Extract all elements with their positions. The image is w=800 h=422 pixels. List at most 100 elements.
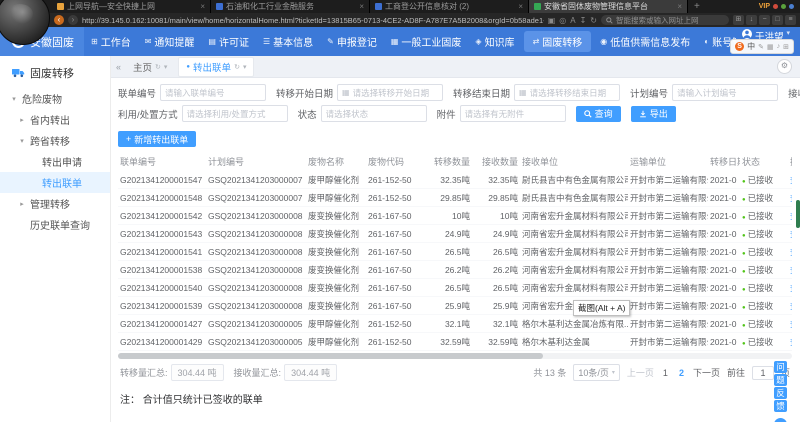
browser-tab[interactable]: 石油和化工行业金融服务× bbox=[211, 0, 370, 13]
minimize-icon[interactable]: − bbox=[759, 15, 770, 25]
next-page-button[interactable]: 下一页 bbox=[693, 366, 720, 379]
page-size-select[interactable]: 10条/页▾ bbox=[573, 364, 620, 381]
page-tab[interactable]: 主页↻▾ bbox=[126, 57, 174, 77]
ime-tools-icon[interactable]: ⊞ bbox=[783, 43, 789, 51]
topnav-item[interactable]: ⊞工作台 bbox=[84, 27, 138, 56]
table-row[interactable]: G2021341200001543GSQ2021341203000008废变换催… bbox=[118, 225, 792, 243]
back-to-top-button[interactable]: ↑ bbox=[774, 418, 787, 422]
topnav-item[interactable]: ⇄固废转移 bbox=[524, 31, 592, 52]
table-row[interactable]: G2021341200001538GSQ2021341203000008废变换催… bbox=[118, 261, 792, 279]
topnav-item[interactable]: ▤许可证 bbox=[201, 27, 256, 56]
sidebar-item[interactable]: ▾危险废物 bbox=[0, 88, 110, 109]
ime-keyboard-icon[interactable]: ▦ bbox=[767, 43, 774, 51]
action-link[interactable]: 查看 bbox=[790, 265, 792, 275]
browser-addon-icon[interactable] bbox=[773, 4, 778, 9]
topnav-item[interactable]: ✉通知提醒 bbox=[138, 27, 202, 56]
ime-mic-icon[interactable]: ♪ bbox=[777, 43, 781, 50]
jump-input[interactable]: 1 bbox=[752, 366, 774, 380]
topnav-item[interactable]: ▦一般工业固废 bbox=[384, 27, 469, 56]
text-input[interactable]: 请输入联单编号 bbox=[160, 84, 266, 101]
table-row[interactable]: G2021341200001547GSQ2021341203000007废甲醇催… bbox=[118, 171, 792, 189]
ime-logo-icon[interactable]: S bbox=[735, 42, 744, 51]
action-link[interactable]: 查看 bbox=[790, 319, 792, 329]
table-row[interactable]: G2021341200001548GSQ2021341203000007废甲醇催… bbox=[118, 189, 792, 207]
ime-toolbar[interactable]: S 中 ✎ ▦ ♪ ⊞ bbox=[730, 39, 794, 54]
topnav-item[interactable]: ☰基本信息 bbox=[256, 27, 320, 56]
browser-tab[interactable]: 安徽省固体废物管理信息平台× bbox=[529, 0, 688, 13]
download-icon[interactable]: ↧ bbox=[580, 16, 587, 25]
sidebar-item[interactable]: ▸管理转移 bbox=[0, 193, 110, 214]
search-button[interactable]: 查询 bbox=[576, 106, 621, 122]
sidebar-item[interactable]: 转出联单 bbox=[0, 172, 110, 193]
refresh-icon[interactable]: ↻ bbox=[590, 16, 597, 25]
new-tab-button[interactable]: + bbox=[688, 1, 706, 12]
topnav-item[interactable]: ◉低值供需信息发布 bbox=[593, 27, 697, 56]
table-row[interactable]: G2021341200001542GSQ2021341203000008废变换催… bbox=[118, 207, 792, 225]
browser-tab[interactable]: 工商登公开信息核对 (2)× bbox=[370, 0, 529, 13]
prev-page-button[interactable]: 上一页 bbox=[627, 366, 654, 379]
page-tab[interactable]: ●转出联单↻▾ bbox=[178, 57, 254, 77]
select-input[interactable]: 请选择有无附件 bbox=[460, 105, 566, 122]
refresh-icon[interactable]: ↻ bbox=[155, 63, 161, 71]
screenshot-icon[interactable]: ▣ bbox=[548, 16, 556, 25]
date-picker[interactable]: ▦请选择转移开始日期 bbox=[337, 84, 443, 101]
downloads-icon[interactable]: ↓ bbox=[746, 15, 757, 25]
browser-search-box[interactable]: 智能搜索或输入网址上网 bbox=[601, 15, 729, 25]
table-row[interactable]: G2021341200001427GSQ2021341203000005废甲醇催… bbox=[118, 315, 792, 333]
ime-settings-icon[interactable]: ✎ bbox=[758, 43, 764, 51]
feedback-button[interactable]: 题 bbox=[774, 374, 787, 386]
forward-icon[interactable]: › bbox=[68, 15, 78, 25]
feedback-button[interactable]: 馈 bbox=[774, 400, 787, 412]
page-number[interactable]: 2 bbox=[677, 368, 686, 378]
address-input[interactable]: http://39.145.0.162:10081/main/view/home… bbox=[82, 16, 544, 25]
chevron-down-icon[interactable]: ▾ bbox=[164, 63, 168, 71]
table-row[interactable]: G2021341200001541GSQ2021341203000008废变换催… bbox=[118, 243, 792, 261]
action-link[interactable]: 查看 bbox=[790, 337, 792, 347]
zoom-icon[interactable]: ◎ bbox=[559, 16, 566, 25]
scrollbar-thumb[interactable] bbox=[118, 353, 543, 359]
action-link[interactable]: 查看 bbox=[790, 283, 792, 293]
maximize-icon[interactable]: □ bbox=[772, 15, 783, 25]
table-row[interactable]: G2021341200001429GSQ2021341203000005废甲醇催… bbox=[118, 333, 792, 351]
page-number[interactable]: 1 bbox=[661, 368, 670, 378]
action-link[interactable]: 查看 bbox=[790, 247, 792, 257]
action-link[interactable]: 查看 bbox=[790, 211, 792, 221]
back-icon[interactable]: ‹ bbox=[54, 15, 64, 25]
font-icon[interactable]: A bbox=[570, 16, 575, 25]
chevron-down-icon[interactable]: ▾ bbox=[243, 63, 247, 71]
refresh-icon[interactable]: ↻ bbox=[234, 63, 240, 71]
tab-close-icon[interactable]: × bbox=[677, 2, 682, 11]
select-input[interactable]: 请选择利用/处置方式 bbox=[182, 105, 288, 122]
vip-badge[interactable]: VIP bbox=[759, 3, 770, 10]
feedback-button[interactable]: 反 bbox=[774, 387, 787, 399]
tab-close-icon[interactable]: × bbox=[200, 2, 205, 11]
table-row[interactable]: G2021341200001539GSQ2021341203000008废变换催… bbox=[118, 297, 792, 315]
panel-icon[interactable]: ⊞ bbox=[733, 15, 744, 25]
select-input[interactable]: 请选择状态 bbox=[321, 105, 427, 122]
sidebar-item[interactable]: ▾跨省转移 bbox=[0, 130, 110, 151]
tab-close-icon[interactable]: × bbox=[359, 2, 364, 11]
chevron-left-icon[interactable]: « bbox=[116, 62, 121, 72]
date-picker[interactable]: ▦请选择转移结束日期 bbox=[514, 84, 620, 101]
menu-icon[interactable]: ≡ bbox=[785, 15, 796, 25]
sidebar-item[interactable]: ▸省内转出 bbox=[0, 109, 110, 130]
sidebar-item[interactable]: 历史联单查询 bbox=[0, 214, 110, 235]
browser-addon-icon[interactable] bbox=[781, 4, 786, 9]
tab-close-icon[interactable]: × bbox=[518, 2, 523, 11]
export-button[interactable]: 导出 bbox=[631, 106, 676, 122]
feedback-button[interactable]: 问 bbox=[774, 361, 787, 373]
horizontal-scrollbar[interactable] bbox=[118, 353, 792, 359]
add-manifest-button[interactable]: + 新增转出联单 bbox=[118, 131, 196, 147]
text-input[interactable]: 请输入计划编号 bbox=[672, 84, 778, 101]
gear-icon[interactable]: ⚙ bbox=[777, 59, 792, 74]
sidebar-item[interactable]: 转出申请 bbox=[0, 151, 110, 172]
browser-tab[interactable]: 上网导航—安全快捷上网× bbox=[52, 0, 211, 13]
browser-addon-icon[interactable] bbox=[789, 4, 794, 9]
topnav-item[interactable]: ◈知识库 bbox=[468, 27, 521, 56]
vertical-scrollbar-thumb[interactable] bbox=[796, 200, 800, 228]
ime-mode[interactable]: 中 bbox=[747, 41, 755, 52]
table-row[interactable]: G2021341200001540GSQ2021341203000008废变换催… bbox=[118, 279, 792, 297]
action-link[interactable]: 查看 bbox=[790, 229, 792, 239]
action-link[interactable]: 查看 bbox=[790, 193, 792, 203]
action-link[interactable]: 查看 bbox=[790, 175, 792, 185]
